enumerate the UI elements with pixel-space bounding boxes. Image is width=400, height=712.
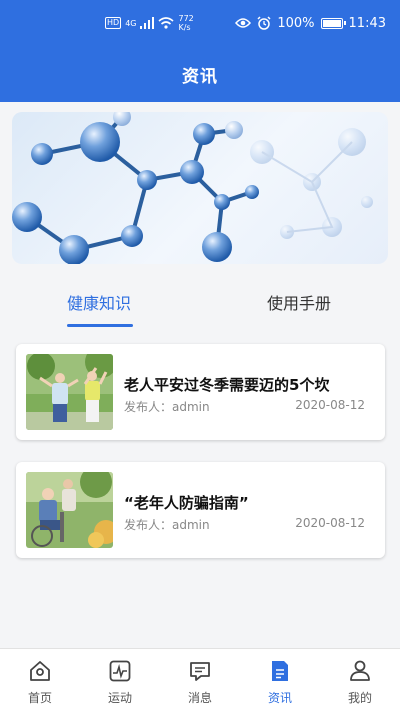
profile-icon [350, 660, 370, 681]
article-title: “老年人防骗指南” [124, 494, 249, 512]
article-date: 2020-08-12 [295, 516, 365, 530]
battery-icon [320, 17, 346, 29]
app-header: 资讯 [0, 46, 400, 102]
speed-unit: K/s [178, 23, 191, 32]
active-tab-indicator [67, 324, 133, 327]
nav-item-home[interactable]: 首页 [0, 649, 80, 712]
eye-icon [235, 18, 252, 28]
signal-icon [140, 17, 155, 29]
article-date: 2020-08-12 [295, 398, 365, 412]
network-type: 4G [125, 18, 137, 28]
home-icon [30, 661, 50, 681]
page-title: 资讯 [182, 66, 218, 87]
speed-value: 772 [178, 14, 194, 23]
nav-label: 首页 [27, 691, 52, 705]
nav-label: 资讯 [267, 691, 292, 705]
category-tabs: 健康知识 使用手册 [0, 278, 400, 332]
article-publisher: 发布人：admin [124, 518, 210, 532]
article-thumbnail [26, 472, 113, 548]
hd-badge: HD [105, 17, 122, 29]
wifi-icon [158, 17, 175, 29]
article-card[interactable]: “老年人防骗指南” 发布人：admin 2020-08-12 [16, 462, 385, 558]
banner-image[interactable] [12, 112, 388, 264]
tab-health-knowledge[interactable]: 健康知识 [67, 290, 131, 314]
nav-label: 消息 [187, 691, 212, 705]
article-thumbnail [26, 354, 113, 430]
bottom-nav: 首页 运动 消息 资讯 我的 [0, 648, 400, 712]
news-icon [272, 661, 288, 681]
nav-item-messages[interactable]: 消息 [160, 649, 240, 712]
nav-item-profile[interactable]: 我的 [320, 649, 400, 712]
activity-icon [109, 660, 131, 682]
article-card[interactable]: 老人平安过冬季需要迈的5个坎 发布人：admin 2020-08-12 [16, 344, 385, 440]
article-publisher: 发布人：admin [124, 400, 210, 414]
molecule-illustration [12, 112, 373, 264]
message-icon [190, 662, 210, 681]
alarm-icon [257, 16, 271, 30]
clock: 11:43 [348, 15, 386, 31]
tab-user-manual[interactable]: 使用手册 [267, 290, 331, 314]
nav-label: 运动 [107, 691, 132, 705]
battery-percent: 100% [277, 15, 315, 31]
nav-item-exercise[interactable]: 运动 [80, 649, 160, 712]
status-bar: HD 4G 772 K/s 100% 11:43 [0, 0, 400, 46]
nav-label: 我的 [347, 691, 372, 705]
network-speed: 772 K/s [178, 14, 193, 32]
article-title: 老人平安过冬季需要迈的5个坎 [124, 376, 330, 394]
status-left: HD 4G 772 K/s [105, 13, 194, 33]
status-right: 100% 11:43 [235, 13, 386, 33]
nav-item-news[interactable]: 资讯 [240, 649, 320, 712]
